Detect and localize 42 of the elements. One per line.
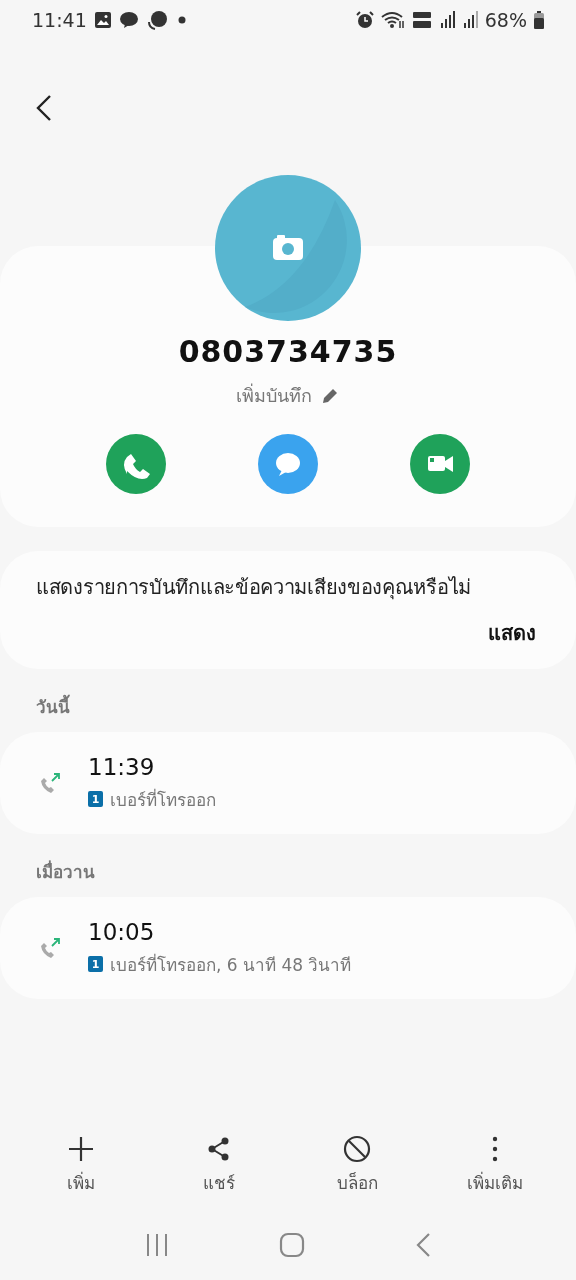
battery-icon [534,11,544,29]
call-time: 10:05 [88,918,156,945]
date-heading: วันนี้ [36,693,576,720]
call-detail: เบอร์ที่โทรออก [110,787,216,812]
more-icon [492,1136,498,1162]
gallery-icon [93,11,112,29]
video-camera-icon [428,456,453,472]
show-button[interactable]: แสดง [488,617,536,649]
message-bubble-icon [145,10,168,30]
phone-number: 0803734735 [178,334,398,369]
sim-badge: 1 [88,956,103,972]
add-button[interactable]: เพิ่ม [26,1135,136,1196]
chat-bubble-icon [118,11,139,29]
date-heading: เมื่อวาน [36,859,96,884]
chat-bubble-icon [276,453,300,476]
call-detail: เบอร์ที่โทรออก, 6 นาที 48 วินาที [110,952,352,977]
call-button[interactable] [106,434,166,494]
alarm-icon [355,11,374,29]
share-button[interactable]: แชร์ [164,1135,274,1196]
video-button[interactable] [410,434,470,494]
call-time: 11:39 [88,753,156,780]
outgoing-call-icon [38,771,62,795]
block-button[interactable]: บล็อก [302,1135,412,1196]
add-note-button[interactable]: เพิ่มบันทึก [236,381,340,410]
more-button[interactable]: เพิ่มเติม [440,1135,550,1196]
wifi-icon [380,11,405,29]
share-icon [208,1137,229,1161]
recent-apps-icon[interactable] [145,1233,169,1257]
plus-icon [67,1135,95,1163]
call-log-item[interactable]: 11:39 1 เบอร์ที่โทรออก [0,732,576,834]
battery-percentage: 68% [484,9,527,31]
phone-icon [124,454,150,480]
call-log-item[interactable]: 10:05 1 เบอร์ที่โทรออก, 6 นาที 48 วินาที [0,897,576,999]
home-icon[interactable] [279,1232,305,1258]
message-button[interactable] [258,434,318,494]
signal-icon [461,11,478,29]
status-time: 11:41 [32,9,87,31]
block-icon [343,1135,371,1163]
sim-badge: 1 [88,791,103,807]
outgoing-call-icon [38,936,62,960]
signal-icon [438,11,455,29]
notice-text: แสดงรายการบันทึกและข้อความเสียงของคุณหรือไม่ [36,574,472,602]
